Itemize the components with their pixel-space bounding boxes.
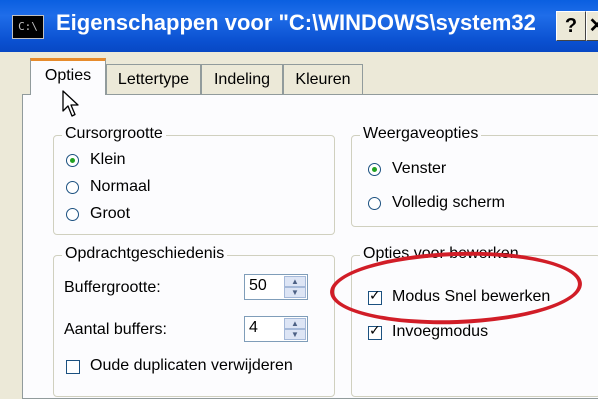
cursor-size-group: Cursorgrootte Klein Normaal Groot [53, 125, 335, 235]
radio-groot-label: Groot [90, 205, 131, 222]
radio-klein[interactable] [66, 154, 79, 167]
mouse-pointer-icon [62, 90, 79, 117]
buffer-size-label: Buffergrootte: [64, 279, 161, 296]
radio-volledig-scherm-label: Volledig scherm [392, 194, 505, 211]
history-label: Opdrachtgeschiedenis [62, 245, 228, 263]
radio-venster[interactable] [368, 163, 381, 176]
radio-groot[interactable] [66, 208, 79, 221]
radio-venster-label: Venster [392, 160, 447, 177]
buffer-count-value[interactable]: 4 [249, 319, 258, 337]
tab-kleuren[interactable]: Kleuren [283, 64, 363, 94]
close-button[interactable]: ✕ [586, 11, 598, 41]
cursor-size-label: Cursorgrootte [62, 125, 166, 143]
radio-klein-label: Klein [90, 151, 126, 168]
buffer-size-value[interactable]: 50 [249, 277, 267, 295]
insert-mode-label: Invoegmodus [392, 323, 489, 340]
buffer-size-stepper[interactable]: 50 ▲ ▼ [244, 274, 308, 300]
tab-indeling[interactable]: Indeling [201, 64, 283, 94]
display-options-group: Weergaveopties Venster Volledig scherm [351, 125, 598, 227]
buffer-count-up-icon[interactable]: ▲ [284, 318, 306, 329]
insert-mode-checkbox[interactable] [368, 323, 382, 340]
history-group: Opdrachtgeschiedenis Buffergrootte: 50 ▲… [53, 245, 335, 397]
buffer-size-down-icon[interactable]: ▼ [284, 287, 306, 298]
radio-normaal-label: Normaal [90, 178, 151, 195]
tab-lettertype[interactable]: Lettertype [106, 64, 201, 94]
radio-normaal[interactable] [66, 181, 79, 194]
radio-volledig-scherm[interactable] [368, 197, 381, 210]
discard-duplicates-checkbox[interactable] [66, 360, 80, 374]
title-bar[interactable]: C:\ Eigenschappen voor "C:\WINDOWS\syste… [0, 0, 598, 52]
buffer-count-stepper[interactable]: 4 ▲ ▼ [244, 316, 308, 342]
discard-duplicates-label: Oude duplicaten verwijderen [90, 357, 293, 374]
display-options-label: Weergaveopties [360, 125, 482, 143]
buffer-count-label: Aantal buffers: [64, 321, 167, 338]
help-button[interactable]: ? [556, 11, 586, 41]
options-panel: Cursorgrootte Klein Normaal Groot Weerga… [22, 94, 598, 399]
window-title: Eigenschappen voor "C:\WINDOWS\system32\… [56, 10, 536, 35]
buffer-count-down-icon[interactable]: ▼ [284, 329, 306, 340]
buffer-size-up-icon[interactable]: ▲ [284, 276, 306, 287]
console-icon: C:\ [12, 15, 44, 39]
